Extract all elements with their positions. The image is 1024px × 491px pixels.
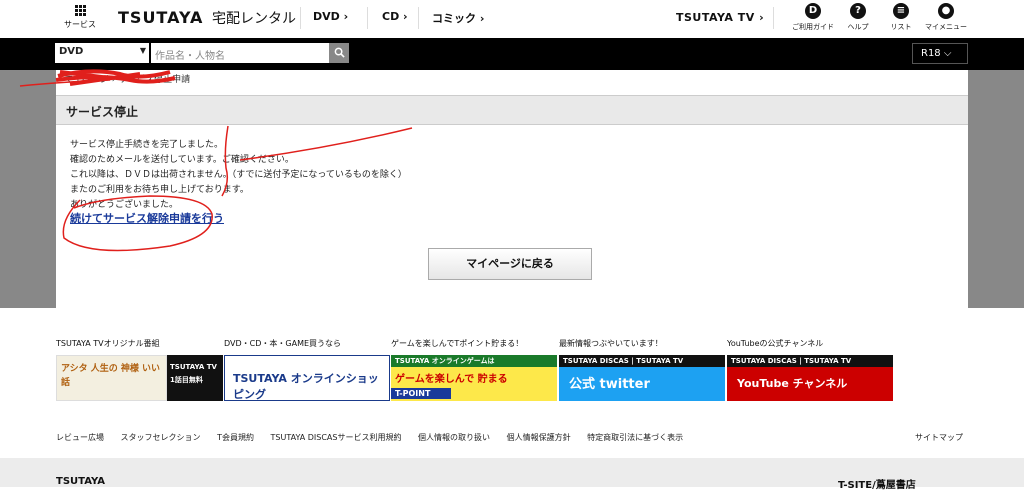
banner-text: ゲームを楽しんで 貯まる: [395, 374, 508, 385]
footer-tsite[interactable]: T-SITE/蔦屋書店: [838, 476, 916, 491]
help-button[interactable]: ? ヘルプ: [843, 3, 873, 32]
nav-comic[interactable]: コミック ›: [432, 10, 484, 26]
breadcrumb-current: サービス停止申請: [118, 75, 191, 85]
banner-text: T-POINT: [391, 388, 451, 399]
search-input[interactable]: 作品名・人物名: [151, 43, 329, 63]
nav-dvd[interactable]: DVD ›: [313, 10, 348, 23]
footer-links: レビュー広場 スタッフセレクション T会員規約 TSUTAYA DISCASサー…: [56, 432, 697, 443]
promo-label: TSUTAYA TVオリジナル番組: [56, 339, 160, 348]
footer-link[interactable]: TSUTAYA DISCASサービス利用規約: [271, 433, 402, 442]
mymenu-label: マイメニュー: [925, 23, 967, 31]
banner-twitter[interactable]: TSUTAYA DISCAS | TSUTAYA TV 公式 twitter: [559, 355, 725, 401]
category-select[interactable]: DVD ▼: [55, 43, 149, 63]
banner-text: TSUTAYA DISCAS | TSUTAYA TV: [727, 355, 893, 367]
guide-icon: D: [805, 3, 821, 19]
breadcrumb: マイページ › サービス停止申請: [64, 72, 190, 85]
footer: TSUTAYA T-SITE/蔦屋書店: [0, 458, 1024, 491]
search-button[interactable]: [329, 43, 349, 63]
guide-button[interactable]: D ご利用ガイド: [788, 3, 838, 32]
help-label: ヘルプ: [847, 23, 869, 31]
completion-message: サービス停止手続きを完了しました。 確認のためメールを送付しています。ご確認くだ…: [70, 138, 407, 213]
dropdown-arrow-icon: ▼: [139, 46, 146, 55]
page-title: サービス停止: [56, 95, 968, 125]
message-line: サービス停止手続きを完了しました。: [70, 140, 224, 150]
nav-divider: [773, 7, 774, 29]
promo-label: ゲームを楽しんでTポイント貯まる！: [391, 339, 524, 348]
main-content: マイページ › サービス停止申請 サービス停止 サービス停止手続きを完了しました…: [56, 70, 968, 308]
grid-icon: [74, 5, 86, 16]
banner-text: TSUTAYA TV 1話目無料: [170, 363, 217, 384]
global-header: サービス TSUTAYA 宅配レンタル DVD › CD › コミック › TS…: [0, 0, 1024, 38]
banner-text: 公式 twitter: [569, 377, 650, 392]
footer-link[interactable]: 特定商取引法に基づく表示: [587, 433, 683, 442]
message-line: 確認のためメールを送付しています。ご確認ください。: [70, 155, 294, 165]
footer-link[interactable]: 個人情報保護方針: [507, 433, 571, 442]
nav-divider: [300, 7, 301, 29]
search-icon: [334, 47, 345, 58]
message-line: またのご利用をお待ち申し上げております。: [70, 185, 249, 195]
mymenu-button[interactable]: ● マイメニュー: [922, 3, 970, 32]
promo-label: DVD・CD・本・GAME買うなら: [224, 339, 342, 348]
list-button[interactable]: ≡ リスト: [886, 3, 916, 32]
person-icon: ●: [938, 3, 954, 19]
nav-divider: [418, 7, 419, 29]
search-bar: DVD ▼ 作品名・人物名 R18 ⌵: [0, 38, 1024, 70]
category-value: DVD: [59, 46, 84, 57]
nav-divider: [367, 7, 368, 29]
banner-text: TSUTAYA DISCAS | TSUTAYA TV: [559, 355, 725, 367]
nav-cd[interactable]: CD ›: [382, 10, 408, 23]
footer-link[interactable]: 個人情報の取り扱い: [418, 433, 490, 442]
list-label: リスト: [890, 23, 912, 31]
sitemap-link[interactable]: サイトマップ: [915, 432, 963, 443]
guide-label: ご利用ガイド: [792, 23, 834, 31]
logo-subtitle: 宅配レンタル: [212, 11, 296, 27]
banner-text: アシタ 人生の 神様 いい話: [61, 364, 161, 388]
message-line: これ以降は、ＤＶＤは出荷されません。（すでに送付予定になっているものを除く）: [70, 170, 407, 180]
banner-youtube[interactable]: TSUTAYA DISCAS | TSUTAYA TV YouTube チャンネ…: [727, 355, 893, 401]
footer-brand: TSUTAYA: [56, 476, 105, 487]
banner-text: TSUTAYA オンラインゲームは: [391, 355, 557, 367]
footer-link[interactable]: T会員規約: [217, 433, 254, 442]
tsutaya-tv-link[interactable]: TSUTAYA TV ›: [676, 11, 764, 24]
service-menu-button[interactable]: サービス: [62, 4, 98, 30]
footer-link[interactable]: レビュー広場: [56, 433, 104, 442]
tsutaya-logo[interactable]: TSUTAYA: [118, 8, 203, 27]
breadcrumb-mypage[interactable]: マイページ: [64, 75, 109, 85]
promo-label: YouTubeの公式チャンネル: [727, 339, 824, 348]
banner-online-game[interactable]: TSUTAYA オンラインゲームは ゲームを楽しんで 貯まる T-POINT: [391, 355, 557, 401]
continue-cancel-link[interactable]: 続けてサービス解除申請を行う: [70, 210, 224, 226]
banner-text: TSUTAYA オンラインショッピング: [233, 372, 379, 401]
banner-online-shopping[interactable]: TSUTAYA オンラインショッピング: [224, 355, 390, 401]
r18-toggle[interactable]: R18 ⌵: [912, 43, 968, 64]
promo-label: 最新情報つぶやいています！: [559, 339, 663, 348]
footer-link[interactable]: スタッフセレクション: [121, 433, 201, 442]
banner-original-show[interactable]: アシタ 人生の 神様 いい話: [56, 355, 167, 401]
banner-tsutaya-tv-free[interactable]: TSUTAYA TV 1話目無料: [167, 355, 223, 401]
back-to-mypage-button[interactable]: マイページに戻る: [428, 248, 592, 280]
list-icon: ≡: [893, 3, 909, 19]
service-label: サービス: [64, 20, 96, 29]
banner-text: YouTube チャンネル: [737, 377, 848, 390]
help-icon: ?: [850, 3, 866, 19]
